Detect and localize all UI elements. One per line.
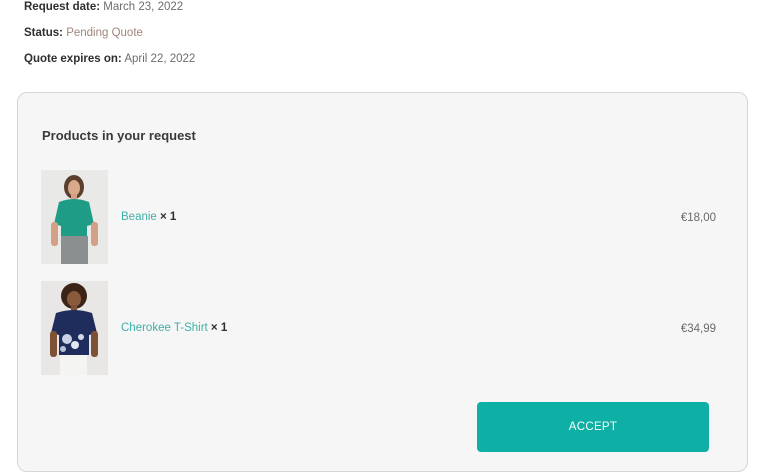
product-row: Cherokee T-Shirt × 1 €34,99 — [41, 281, 723, 375]
product-row: Beanie × 1 €18,00 — [41, 170, 723, 264]
quote-expires-label: Quote expires on: — [24, 53, 122, 65]
product-price: €18,00 — [680, 212, 716, 224]
product-name-line: Cherokee T-Shirt × 1 — [121, 322, 227, 334]
status-line: Status: Pending Quote — [24, 26, 143, 40]
status-value: Pending Quote — [66, 27, 143, 39]
product-thumbnail[interactable] — [41, 170, 108, 264]
request-date-line: Request date: March 23, 2022 — [24, 0, 183, 14]
request-date-label: Request date: — [24, 1, 101, 13]
products-card-title: Products in your request — [42, 128, 196, 143]
product-price: €34,99 — [680, 323, 716, 335]
woman-green-top-photo-icon — [41, 170, 108, 264]
products-card: Products in your request Beanie × 1 €18,… — [17, 92, 748, 472]
accept-button[interactable]: ACCEPT — [477, 402, 709, 452]
quote-expires-line: Quote expires on: April 22, 2022 — [24, 52, 195, 66]
product-thumbnail[interactable] — [41, 281, 108, 375]
product-quantity: × 1 — [210, 322, 228, 334]
quote-expires-value: April 22, 2022 — [124, 53, 196, 65]
product-quantity: × 1 — [160, 211, 177, 223]
woman-navy-floral-tshirt-photo-icon — [41, 281, 108, 375]
status-label: Status: — [24, 27, 63, 39]
product-name-link[interactable]: Beanie — [121, 211, 157, 223]
request-date-value: March 23, 2022 — [103, 1, 184, 13]
product-name-link[interactable]: Cherokee T-Shirt — [121, 322, 208, 334]
product-name-line: Beanie × 1 — [121, 211, 176, 223]
